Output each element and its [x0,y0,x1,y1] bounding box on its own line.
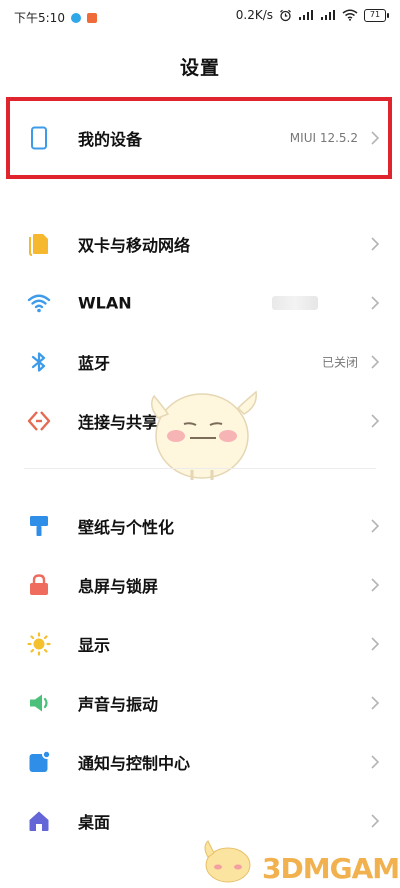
chevron-right-icon [371,131,380,145]
wallpaper-label: 壁纸与个性化 [78,518,175,537]
wlan-network-name-blurred [272,296,318,310]
chevron-right-icon [371,578,380,592]
status-time: 下午5:10 [14,11,65,25]
share-icon [27,411,51,431]
home-icon [29,811,49,831]
notifications-label: 通知与控制中心 [78,754,191,773]
sound-label: 声音与振动 [78,695,159,714]
my-device-row[interactable]: 我的设备 MIUI 12.5.2 [0,108,400,168]
chevron-right-icon [371,755,380,769]
wifi-icon [27,294,51,313]
chevron-right-icon [371,414,380,428]
chevron-right-icon [371,355,380,369]
status-bar: 下午5:10 0.2K/s 71 [0,0,400,34]
phone-icon [31,126,47,150]
watermark-mascot-icon [204,840,251,883]
network-speed: 0.2K/s [235,8,273,22]
sun-icon [27,632,51,656]
chevron-right-icon [371,237,380,251]
bluetooth-icon [31,352,46,372]
wifi-status-icon [342,9,358,21]
signal-icon-1 [299,10,313,20]
my-device-label: 我的设备 [78,130,143,149]
notification-icon [29,750,51,772]
sim-card-icon [29,234,48,256]
chevron-right-icon [371,696,380,710]
signal-icon-2 [321,10,335,20]
chevron-right-icon [371,296,380,310]
dual-sim-label: 双卡与移动网络 [78,236,191,255]
section-divider [24,468,376,469]
watermark-3dmgame: 3DMGAME [262,852,400,885]
mascot-sticker-icon [151,390,257,480]
speaker-icon [30,694,48,712]
display-label: 显示 [78,636,111,655]
brush-icon [30,516,48,536]
bluetooth-label: 蓝牙 [78,354,111,373]
status-right: 0.2K/s 71 [235,8,389,22]
page-title: 设置 [179,57,220,79]
sidebar-item-wlan[interactable]: WLAN [0,273,400,333]
sidebar-item-dual-sim[interactable]: 双卡与移动网络 [0,214,400,274]
battery-level: 71 [369,10,381,19]
sidebar-item-wallpaper[interactable]: 壁纸与个性化 [0,496,400,556]
battery-icon: 71 [364,8,389,22]
miui-version: MIUI 12.5.2 [289,131,358,145]
wlan-label: WLAN [78,293,132,313]
sidebar-item-notifications[interactable]: 通知与控制中心 [0,732,400,792]
sidebar-item-sound[interactable]: 声音与振动 [0,673,400,733]
sidebar-item-lock-screen[interactable]: 息屏与锁屏 [0,555,400,615]
chevron-right-icon [371,637,380,651]
sidebar-item-display[interactable]: 显示 [0,614,400,674]
alarm-icon [280,9,291,21]
app-notification-icon [70,12,81,23]
bluetooth-status: 已关闭 [321,355,358,370]
app-badge-icon [86,12,97,23]
chevron-right-icon [371,519,380,533]
chevron-right-icon [371,814,380,828]
lock-screen-label: 息屏与锁屏 [78,577,159,596]
home-screen-label: 桌面 [78,813,111,832]
status-left: 下午5:10 [14,9,97,26]
lock-icon [30,574,48,595]
